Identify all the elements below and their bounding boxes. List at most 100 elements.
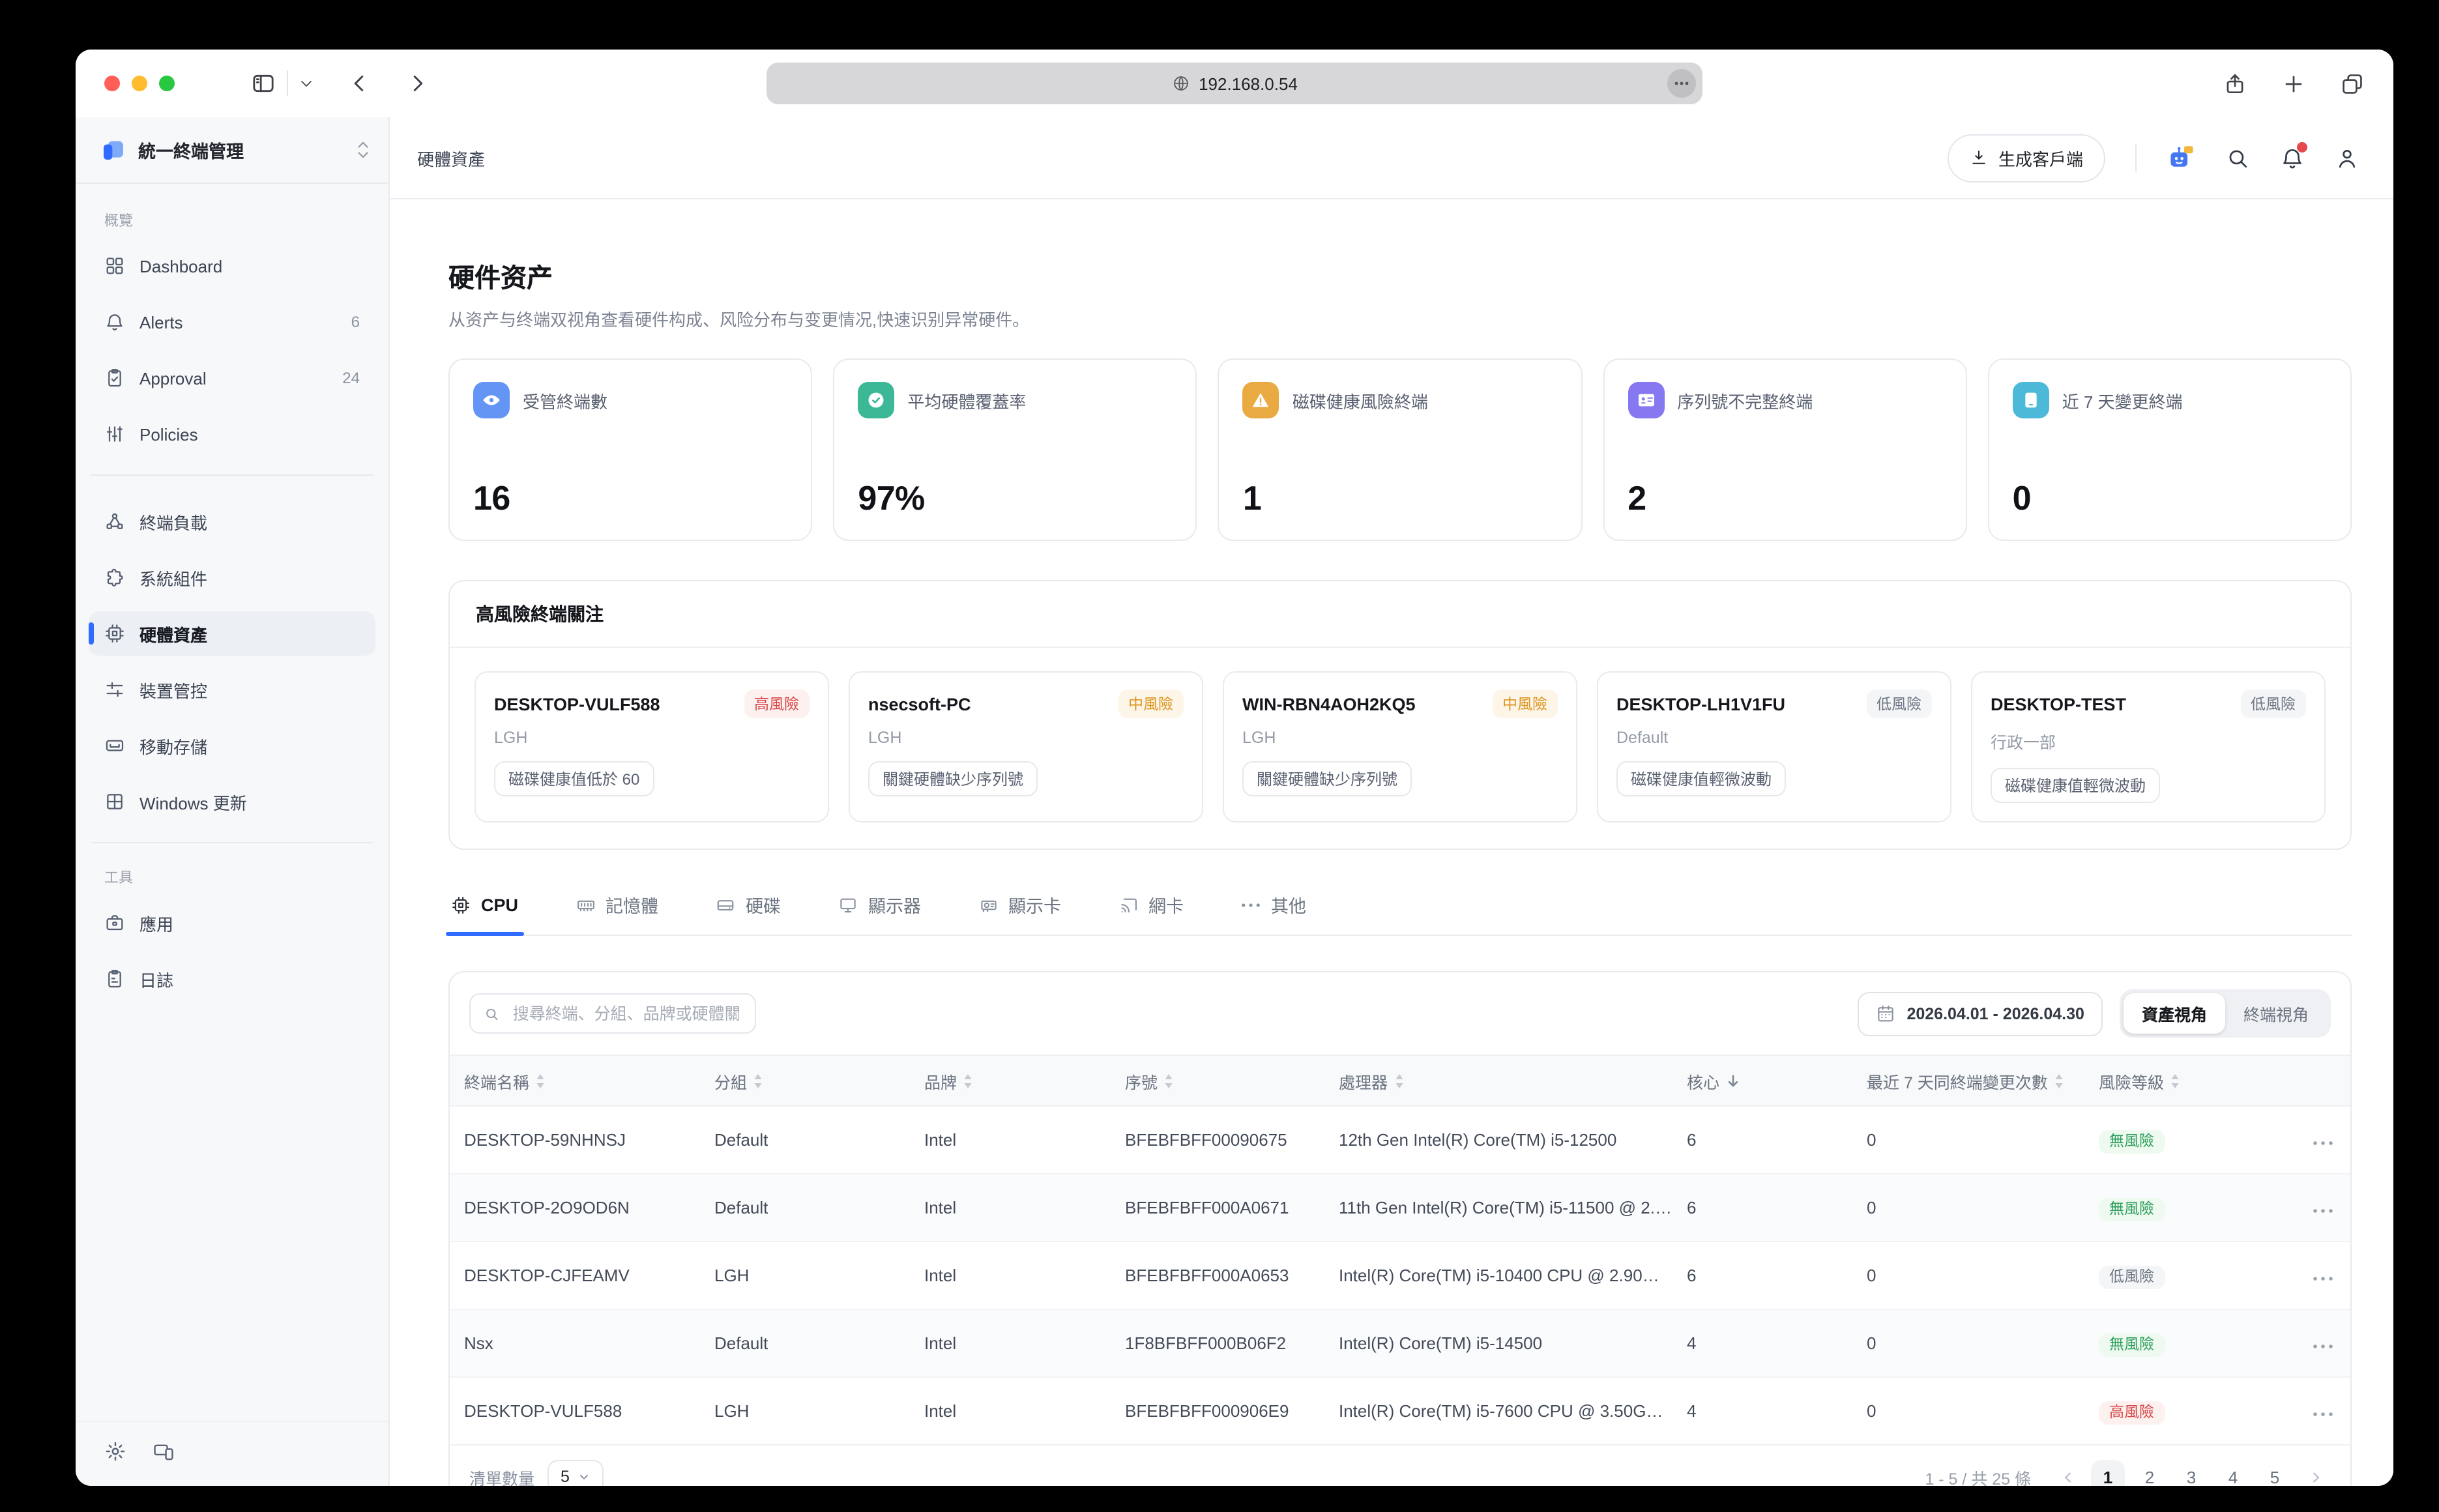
column-header-changes[interactable]: 最近 7 天同終端變更次數 [1867, 1054, 2099, 1107]
column-header-processor[interactable]: 處理器 [1339, 1054, 1687, 1107]
sidebar-item-label: Windows 更新 [139, 793, 247, 813]
row-actions-icon[interactable] [2313, 1333, 2333, 1353]
sidebar-item-label: 應用 [139, 914, 174, 934]
sidebar-item-device-control[interactable]: 裝置管控 [89, 667, 375, 712]
share-icon[interactable] [2223, 71, 2247, 96]
tab-more[interactable]: 其他 [1238, 889, 1309, 935]
tab-memory[interactable]: 記憶體 [573, 889, 661, 935]
chevron-down-icon [579, 1474, 588, 1479]
approval-count-badge: 24 [342, 369, 360, 387]
view-toggle-asset[interactable]: 資產視角 [2123, 993, 2225, 1034]
sidebar-item-logs[interactable]: 日誌 [89, 957, 375, 1001]
sidebar-item-hardware-assets[interactable]: 硬體資產 [89, 611, 375, 656]
table-row[interactable]: Nsx Default Intel 1F8BFBFF000B06F2 Intel… [450, 1309, 2350, 1377]
endpoint-card[interactable]: DESKTOP-LH1V1FU 低風險 Default 磁碟健康值輕微波動 [1597, 671, 1951, 822]
page-button-4[interactable]: 4 [2216, 1460, 2250, 1486]
next-page-icon[interactable] [2300, 1460, 2331, 1486]
tab-gpu[interactable]: 顯示卡 [976, 889, 1064, 935]
endpoint-name: DESKTOP-VULF588 [494, 694, 660, 714]
stat-label: 受管終端數 [523, 392, 608, 411]
row-actions-icon[interactable] [2313, 1401, 2333, 1421]
row-actions-icon[interactable] [2313, 1198, 2333, 1217]
tab-nic[interactable]: 網卡 [1116, 889, 1186, 935]
url-options-icon[interactable] [1667, 69, 1696, 98]
back-button[interactable] [348, 72, 372, 95]
risk-badge: 無風險 [2099, 1129, 2165, 1153]
sidebar-item-label: Approval [139, 368, 207, 388]
page-size-label: 清單數量 [469, 1470, 535, 1486]
assistant-robot-icon[interactable] [2167, 143, 2195, 172]
page-size-select[interactable]: 5 [548, 1460, 604, 1486]
risk-badge: 無風險 [2099, 1333, 2165, 1356]
cell-serial: BFEBFBFF000906E9 [1125, 1376, 1339, 1444]
tab-cpu[interactable]: CPU [446, 889, 523, 936]
table-footer: 清單數量 5 1 - 5 / 共 25 條 1 2 3 4 5 [450, 1444, 2350, 1486]
sidebar-item-applications[interactable]: 應用 [89, 901, 375, 945]
generate-client-button[interactable]: 生成客戶端 [1947, 134, 2105, 182]
row-actions-icon[interactable] [2313, 1266, 2333, 1285]
endpoint-card[interactable]: nsecsoft-PC 中風險 LGH 關鍵硬體缺少序列號 [849, 671, 1203, 822]
column-header-group[interactable]: 分組 [714, 1054, 924, 1107]
url-bar[interactable]: 192.168.0.54 [767, 63, 1702, 104]
minimize-window-button[interactable] [132, 76, 147, 91]
sidebar-item-system-components[interactable]: 系統組件 [89, 555, 375, 600]
tab-overview-icon[interactable] [2340, 71, 2365, 96]
chevron-down-icon[interactable] [299, 76, 314, 91]
notifications-bell-icon[interactable] [2280, 141, 2307, 170]
page-button-1[interactable]: 1 [2091, 1460, 2125, 1486]
cell-serial: BFEBFBFF000A0671 [1125, 1173, 1339, 1242]
sidebar-item-removable-storage[interactable]: 移動存儲 [89, 723, 375, 768]
network-nodes-icon [106, 513, 123, 529]
cell-processor: 12th Gen Intel(R) Core(TM) i5-12500 [1339, 1130, 1617, 1150]
page-button-2[interactable]: 2 [2133, 1460, 2167, 1486]
risk-badge: 低風險 [2099, 1265, 2165, 1288]
table-row[interactable]: DESKTOP-VULF588 LGH Intel BFEBFBFF000906… [450, 1376, 2350, 1444]
workspace-switcher[interactable]: 統一終端管理 [76, 117, 388, 184]
search-icon[interactable] [2225, 145, 2250, 170]
sidebar-toggle-icon[interactable] [250, 70, 276, 96]
endpoint-card[interactable]: DESKTOP-TEST 低風險 行政一部 磁碟健康值輕微波動 [1971, 671, 2326, 822]
table-search[interactable] [469, 993, 756, 1034]
page-button-3[interactable]: 3 [2174, 1460, 2208, 1486]
date-range-picker[interactable]: 2026.04.01 - 2026.04.30 [1857, 991, 2103, 1036]
sidebar-item-windows-update[interactable]: Windows 更新 [89, 779, 375, 824]
network-card-icon [1121, 897, 1137, 912]
column-header-risk[interactable]: 風險等級 [2099, 1054, 2313, 1107]
sidebar-item-dashboard[interactable]: Dashboard [89, 244, 375, 288]
sidebar-item-policies[interactable]: Policies [89, 412, 375, 456]
table-row[interactable]: DESKTOP-59NHNSJ Default Intel BFEBFBFF00… [450, 1106, 2350, 1174]
sort-desc-icon [1728, 1074, 1738, 1086]
cell-brand: Intel [924, 1173, 1125, 1242]
screen: 192.168.0.54 統一終端管理 概覽 Dashboard Alerts … [0, 0, 2439, 1512]
close-window-button[interactable] [104, 76, 120, 91]
sliders-vertical-icon [106, 426, 123, 442]
user-profile-icon[interactable] [2335, 145, 2359, 170]
forward-button[interactable] [405, 72, 429, 95]
cell-group: Default [714, 1173, 924, 1242]
settings-gear-icon[interactable] [104, 1440, 126, 1462]
search-input[interactable] [510, 1003, 742, 1024]
cell-cores: 4 [1687, 1309, 1867, 1377]
view-toggle-endpoint[interactable]: 終端視角 [2225, 993, 2327, 1034]
endpoint-card[interactable]: WIN-RBN4AOH2KQ5 中風險 LGH 關鍵硬體缺少序列號 [1223, 671, 1577, 822]
sidebar-item-approval[interactable]: Approval 24 [89, 356, 375, 400]
new-tab-icon[interactable] [2281, 71, 2306, 96]
table-row[interactable]: DESKTOP-2O9OD6N Default Intel BFEBFBFF00… [450, 1173, 2350, 1242]
tab-label: 顯示卡 [1008, 897, 1062, 916]
row-actions-icon[interactable] [2313, 1130, 2333, 1150]
app-shell: 統一終端管理 概覽 Dashboard Alerts 6 Approval 24 [76, 117, 2393, 1486]
tab-disk[interactable]: 硬碟 [713, 889, 783, 935]
fullscreen-window-button[interactable] [159, 76, 175, 91]
column-header-brand[interactable]: 品牌 [924, 1054, 1125, 1107]
column-header-name[interactable]: 終端名稱 [450, 1054, 714, 1107]
devices-icon[interactable] [153, 1440, 175, 1462]
previous-page-icon[interactable] [2052, 1460, 2083, 1486]
endpoint-card[interactable]: DESKTOP-VULF588 高風險 LGH 磁碟健康值低於 60 [475, 671, 829, 822]
page-button-5[interactable]: 5 [2258, 1460, 2292, 1486]
sidebar-item-endpoint-load[interactable]: 終端負載 [89, 499, 375, 544]
column-header-serial[interactable]: 序號 [1125, 1054, 1339, 1107]
sidebar-item-alerts[interactable]: Alerts 6 [89, 300, 375, 344]
table-row[interactable]: DESKTOP-CJFEAMV LGH Intel BFEBFBFF000A06… [450, 1241, 2350, 1309]
column-header-cores[interactable]: 核心 [1687, 1054, 1867, 1107]
tab-monitor[interactable]: 顯示器 [836, 889, 924, 935]
